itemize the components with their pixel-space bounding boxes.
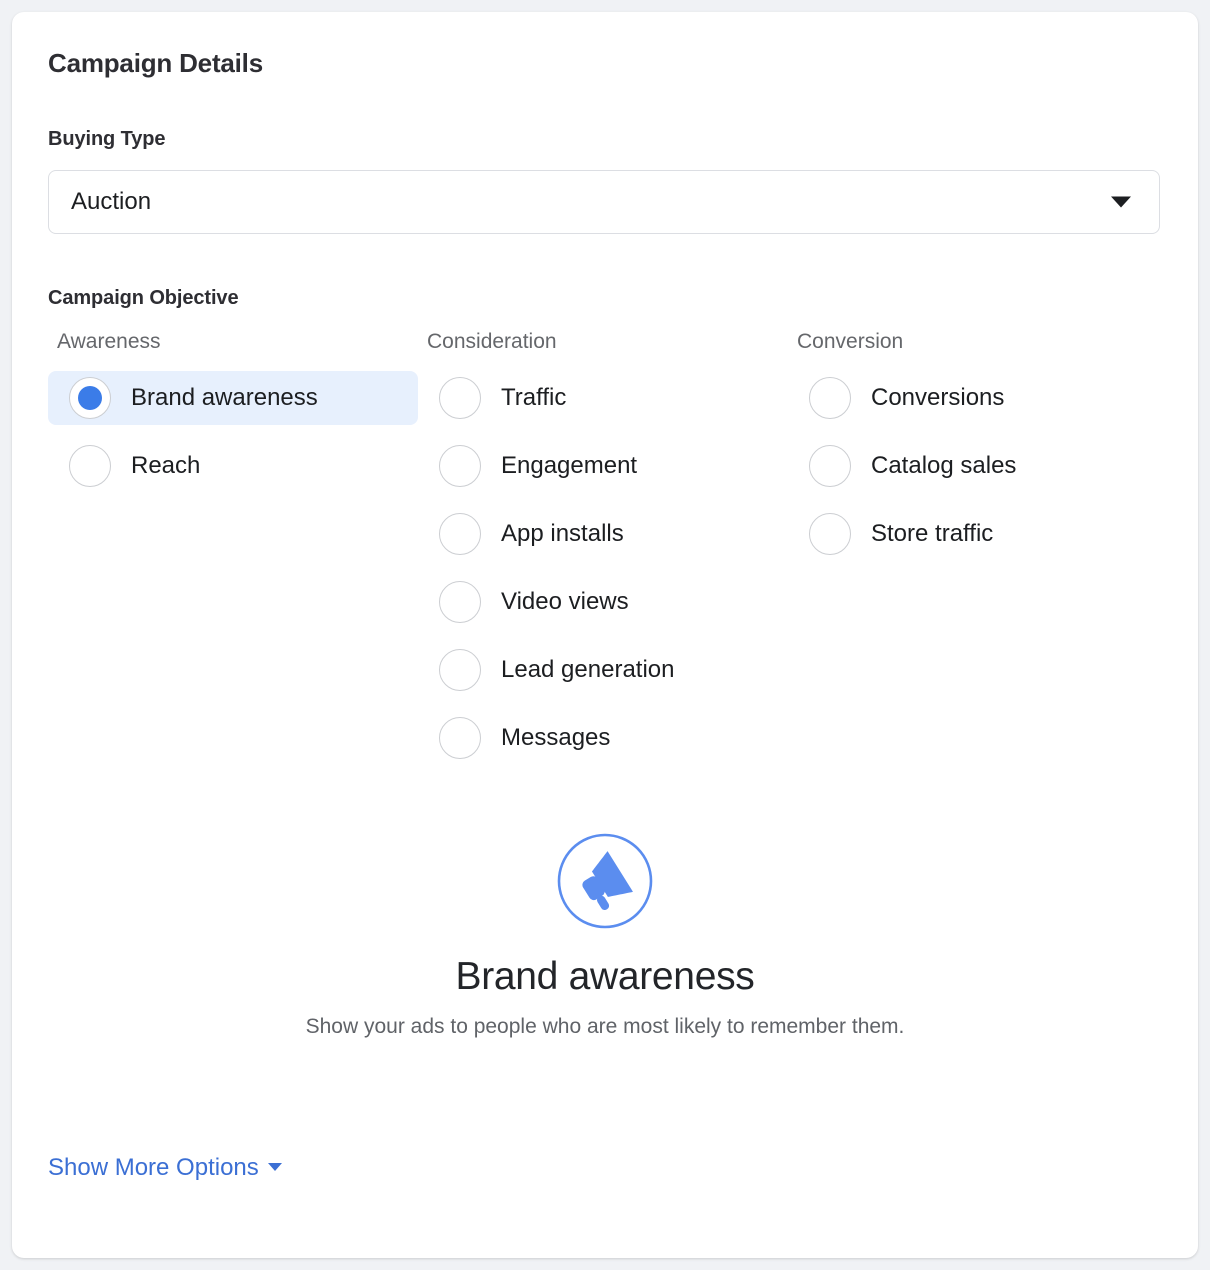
option-list-conversion: Conversions Catalog sales Store traffic xyxy=(788,371,1158,575)
radio-option-video-views[interactable]: Video views xyxy=(418,575,788,629)
option-label: App installs xyxy=(501,520,624,547)
radio-icon xyxy=(809,377,851,419)
radio-option-engagement[interactable]: Engagement xyxy=(418,439,788,493)
option-list-awareness: Brand awareness Reach xyxy=(48,371,418,507)
radio-option-reach[interactable]: Reach xyxy=(48,439,418,493)
radio-option-lead-generation[interactable]: Lead generation xyxy=(418,643,788,697)
option-label: Lead generation xyxy=(501,656,675,683)
caret-down-icon xyxy=(267,1163,282,1171)
show-more-options-label: Show More Options xyxy=(48,1154,259,1181)
option-label: Reach xyxy=(131,452,201,479)
option-label: Store traffic xyxy=(871,520,994,547)
option-label: Traffic xyxy=(501,384,567,411)
preview-description: Show your ads to people who are most lik… xyxy=(305,1015,905,1038)
radio-icon xyxy=(809,445,851,487)
chevron-down-icon xyxy=(1111,196,1131,208)
radio-option-conversions[interactable]: Conversions xyxy=(788,371,1158,425)
page-title: Campaign Details xyxy=(48,48,263,78)
radio-option-app-installs[interactable]: App installs xyxy=(418,507,788,561)
option-label: Messages xyxy=(501,724,611,751)
option-label: Video views xyxy=(501,588,629,615)
column-header-conversion: Conversion xyxy=(797,330,904,353)
option-list-consideration: Traffic Engagement App installs Video vi… xyxy=(418,371,788,779)
megaphone-icon xyxy=(556,832,654,930)
radio-icon xyxy=(809,513,851,555)
radio-icon xyxy=(69,377,111,419)
radio-icon xyxy=(69,445,111,487)
radio-icon xyxy=(439,445,481,487)
radio-icon xyxy=(439,581,481,623)
option-label: Brand awareness xyxy=(131,384,318,411)
preview-title: Brand awareness xyxy=(455,955,755,998)
buying-type-value: Auction xyxy=(71,188,152,215)
radio-option-catalog-sales[interactable]: Catalog sales xyxy=(788,439,1158,493)
objective-preview: Brand awareness Show your ads to people … xyxy=(12,832,1198,1039)
radio-icon xyxy=(439,717,481,759)
radio-option-traffic[interactable]: Traffic xyxy=(418,371,788,425)
option-label: Conversions xyxy=(871,384,1005,411)
radio-icon xyxy=(439,513,481,555)
buying-type-label: Buying Type xyxy=(48,128,166,150)
option-label: Catalog sales xyxy=(871,452,1017,479)
campaign-details-card: Campaign Details Buying Type Auction Cam… xyxy=(12,12,1198,1258)
option-label: Engagement xyxy=(501,452,638,479)
column-header-awareness: Awareness xyxy=(57,330,161,353)
radio-icon xyxy=(439,377,481,419)
show-more-options-link[interactable]: Show More Options xyxy=(48,1154,282,1182)
column-header-consideration: Consideration xyxy=(427,330,557,353)
campaign-objective-label: Campaign Objective xyxy=(48,287,239,309)
radio-option-brand-awareness[interactable]: Brand awareness xyxy=(48,371,418,425)
buying-type-select[interactable]: Auction xyxy=(48,170,1160,234)
radio-option-store-traffic[interactable]: Store traffic xyxy=(788,507,1158,561)
radio-option-messages[interactable]: Messages xyxy=(418,711,788,765)
radio-icon xyxy=(439,649,481,691)
